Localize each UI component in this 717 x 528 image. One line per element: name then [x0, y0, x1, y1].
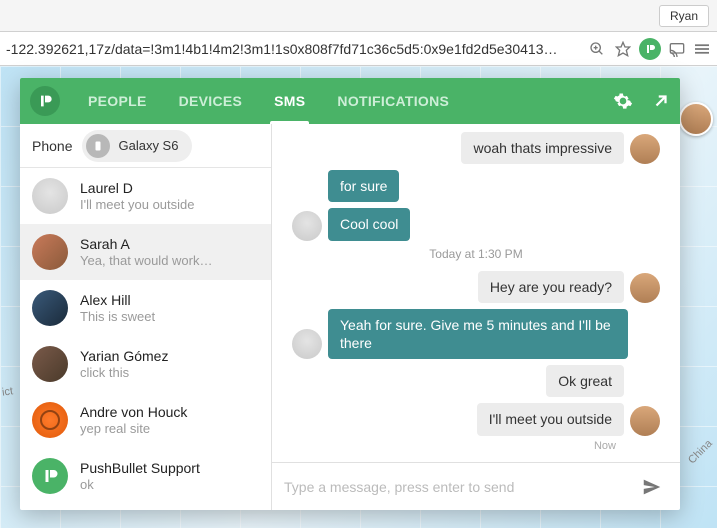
conversation-name: Alex Hill: [80, 292, 155, 309]
message-meta: Now: [286, 440, 666, 452]
pushbullet-extension-icon[interactable]: [639, 38, 661, 60]
avatar: [32, 402, 68, 438]
timestamp-divider: Today at 1:30 PM: [286, 247, 666, 261]
chat-pane: woah thats impressive for sure Cool cool To…: [272, 124, 680, 510]
conversation-preview: This is sweet: [80, 309, 155, 324]
avatar: [32, 458, 68, 494]
conversation-preview: yep real site: [80, 421, 187, 436]
conversation-name: PushBullet Support: [80, 460, 200, 477]
message-avatar: [630, 134, 660, 164]
chrome-menu-icon[interactable]: [693, 39, 711, 59]
cast-icon[interactable]: [667, 39, 687, 59]
message-avatar: [630, 273, 660, 303]
device-selector: Phone Galaxy S6: [20, 124, 271, 168]
message-avatar: [292, 329, 322, 359]
sidebar: Phone Galaxy S6 Laurel DI'll meet you ou…: [20, 124, 272, 510]
message-row: woah thats impressive: [286, 132, 666, 164]
conversation-name: Sarah A: [80, 236, 212, 253]
map-label: China: [686, 438, 715, 467]
bookmark-star-icon[interactable]: [613, 39, 633, 59]
message-bubble: Cool cool: [328, 208, 410, 240]
conversation-preview: click this: [80, 365, 168, 380]
message-row: Ok great: [286, 365, 666, 397]
message-bubble: I'll meet you outside: [477, 403, 624, 435]
conversation-preview: I'll meet you outside: [80, 197, 195, 212]
conversation-preview: Yea, that would work…: [80, 253, 212, 268]
device-label: Phone: [32, 138, 72, 154]
message-row: for sure: [286, 170, 666, 202]
message-row: Hey are you ready?: [286, 271, 666, 303]
message-row: Yeah for sure. Give me 5 minutes and I'l…: [286, 309, 666, 359]
avatar: [32, 234, 68, 270]
phone-icon: [86, 134, 110, 158]
conversation-item[interactable]: Laurel DI'll meet you outside: [20, 168, 271, 224]
conversation-item[interactable]: Yarian Gómezclick this: [20, 336, 271, 392]
tab-people[interactable]: PEOPLE: [72, 78, 163, 124]
map-user-avatar[interactable]: [679, 102, 713, 136]
profile-button[interactable]: Ryan: [659, 5, 709, 27]
tab-sms[interactable]: SMS: [258, 78, 321, 124]
address-bar[interactable]: -122.392621,17z/data=!3m1!4b1!4m2!3m1!1s…: [0, 32, 717, 66]
message-input[interactable]: [284, 479, 636, 495]
avatar: [32, 346, 68, 382]
message-bubble: woah thats impressive: [461, 132, 624, 164]
compose-bar: [272, 462, 680, 510]
conversation-name: Laurel D: [80, 180, 195, 197]
nav-tabs: PEOPLE DEVICES SMS NOTIFICATIONS: [72, 78, 465, 124]
message-bubble: for sure: [328, 170, 399, 202]
message-avatar: [292, 211, 322, 241]
conversation-item[interactable]: PushBullet Supportok: [20, 448, 271, 504]
device-chip[interactable]: Galaxy S6: [82, 130, 192, 162]
tab-notifications[interactable]: NOTIFICATIONS: [321, 78, 465, 124]
gear-icon[interactable]: [604, 78, 642, 124]
popout-icon[interactable]: [642, 78, 680, 124]
message-bubble: Ok great: [546, 365, 624, 397]
conversation-name: Yarian Gómez: [80, 348, 168, 365]
nav-bar: PEOPLE DEVICES SMS NOTIFICATIONS: [20, 78, 680, 124]
conversation-list[interactable]: Laurel DI'll meet you outsideSarah AYea,…: [20, 168, 271, 510]
pushbullet-logo-icon[interactable]: [30, 86, 60, 116]
device-name: Galaxy S6: [118, 138, 178, 153]
message-bubble: Yeah for sure. Give me 5 minutes and I'l…: [328, 309, 628, 359]
message-row: Cool cool: [286, 208, 666, 240]
message-avatar: [630, 406, 660, 436]
message-bubble: Hey are you ready?: [478, 271, 624, 303]
url-text: -122.392621,17z/data=!3m1!4b1!4m2!3m1!1s…: [6, 41, 581, 57]
avatar: [32, 178, 68, 214]
conversation-item[interactable]: Andre von Houckyep real site: [20, 392, 271, 448]
map-label: ict: [1, 385, 14, 398]
avatar: [32, 290, 68, 326]
pushbullet-panel: PEOPLE DEVICES SMS NOTIFICATIONS Phone G…: [20, 78, 680, 510]
tab-devices[interactable]: DEVICES: [163, 78, 259, 124]
conversation-item[interactable]: Alex HillThis is sweet: [20, 280, 271, 336]
conversation-preview: ok: [80, 477, 200, 492]
message-row: I'll meet you outside: [286, 403, 666, 435]
conversation-name: Andre von Houck: [80, 404, 187, 421]
conversation-item[interactable]: Sarah AYea, that would work…: [20, 224, 271, 280]
send-icon[interactable]: [636, 471, 668, 503]
message-list[interactable]: woah thats impressive for sure Cool cool To…: [272, 124, 680, 462]
zoom-icon[interactable]: [587, 39, 607, 59]
browser-top-bar: Ryan: [0, 0, 717, 32]
